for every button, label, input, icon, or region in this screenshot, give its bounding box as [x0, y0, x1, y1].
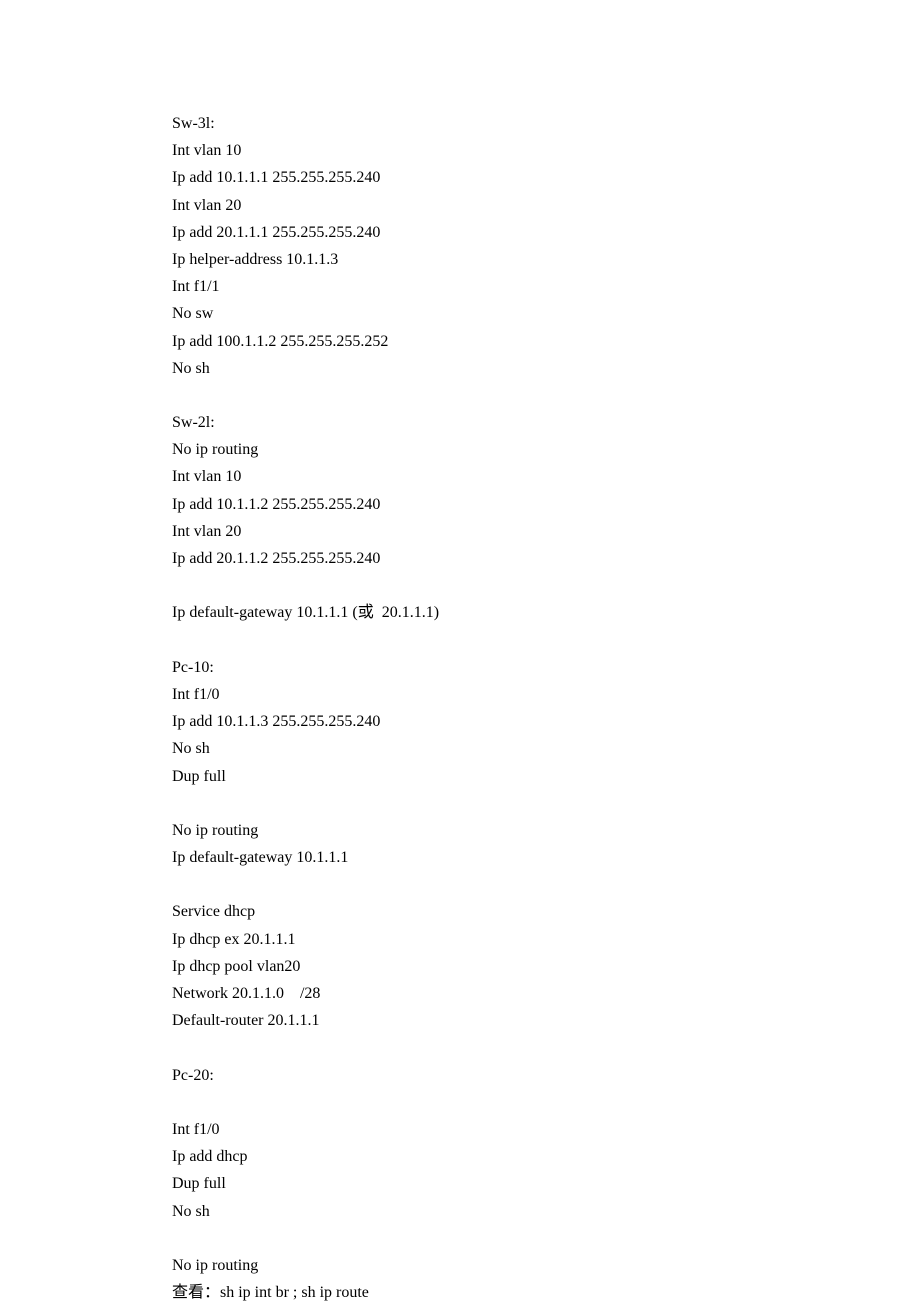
text-line: No ip routing [172, 436, 920, 463]
text-line: Sw-3l: [172, 110, 920, 137]
text-line: Int vlan 10 [172, 463, 920, 490]
text-line: Network 20.1.1.0 /28 [172, 980, 920, 1007]
text-line: No sw [172, 300, 920, 327]
blank-line [172, 572, 920, 599]
blank-line [172, 1089, 920, 1116]
text-line: Int f1/1 [172, 273, 920, 300]
blank-line [172, 871, 920, 898]
text-line: Int f1/0 [172, 681, 920, 708]
text-line: Ip default-gateway 10.1.1.1 (或 20.1.1.1) [172, 599, 920, 626]
text-line: Sw-2l: [172, 409, 920, 436]
text-line: Dup full [172, 1170, 920, 1197]
text-line: Ip default-gateway 10.1.1.1 [172, 844, 920, 871]
text-line: Ip add dhcp [172, 1143, 920, 1170]
blank-line [172, 790, 920, 817]
blank-line [172, 1225, 920, 1252]
text-line: Ip add 100.1.1.2 255.255.255.252 [172, 328, 920, 355]
text-line: Int vlan 20 [172, 518, 920, 545]
text-line: Int vlan 10 [172, 137, 920, 164]
text-line: Pc-10: [172, 654, 920, 681]
text-line: Ip add 10.1.1.3 255.255.255.240 [172, 708, 920, 735]
text-line: No sh [172, 355, 920, 382]
text-line: Ip add 20.1.1.2 255.255.255.240 [172, 545, 920, 572]
text-line: Ip add 10.1.1.2 255.255.255.240 [172, 491, 920, 518]
text-line: Ip dhcp ex 20.1.1.1 [172, 926, 920, 953]
text-line: Ip dhcp pool vlan20 [172, 953, 920, 980]
text-line: Dup full [172, 763, 920, 790]
blank-line [172, 1034, 920, 1061]
text-line: No ip routing [172, 817, 920, 844]
text-line: Pc-20: [172, 1062, 920, 1089]
text-line: No sh [172, 1198, 920, 1225]
text-line: Int f1/0 [172, 1116, 920, 1143]
text-line: No ip routing [172, 1252, 920, 1279]
text-line: Int vlan 20 [172, 192, 920, 219]
blank-line [172, 382, 920, 409]
text-line: Default-router 20.1.1.1 [172, 1007, 920, 1034]
text-line: Ip add 20.1.1.1 255.255.255.240 [172, 219, 920, 246]
text-line: Ip add 10.1.1.1 255.255.255.240 [172, 164, 920, 191]
text-line: Service dhcp [172, 898, 920, 925]
blank-line [172, 627, 920, 654]
text-line: No sh [172, 735, 920, 762]
document-page: Sw-3l:Int vlan 10Ip add 10.1.1.1 255.255… [0, 0, 920, 1306]
text-line: Ip helper-address 10.1.1.3 [172, 246, 920, 273]
